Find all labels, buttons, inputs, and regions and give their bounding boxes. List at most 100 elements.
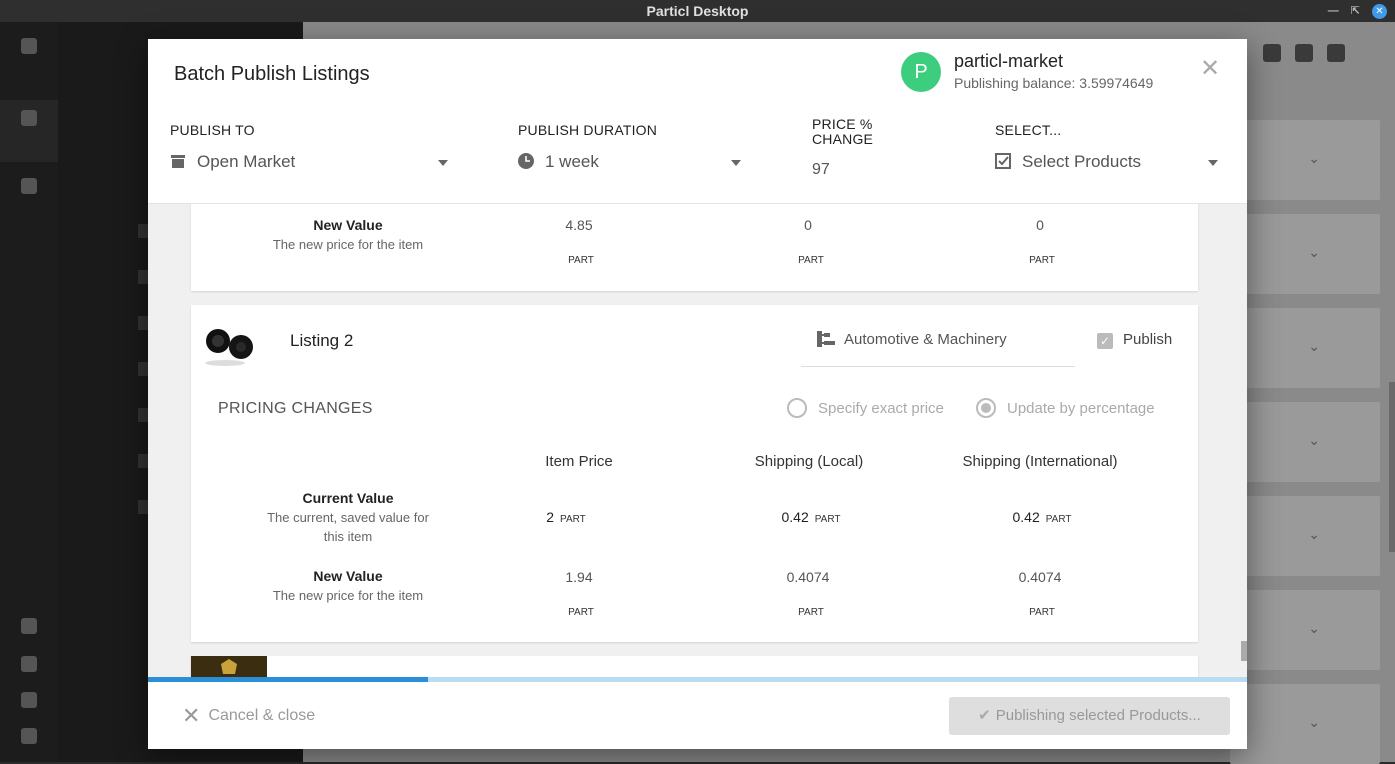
new-shipping-local: 0 bbox=[804, 217, 812, 233]
batch-publish-dialog: Batch Publish Listings P particl-market … bbox=[148, 39, 1247, 749]
nav-rail bbox=[0, 22, 58, 762]
window-title: Particl Desktop bbox=[646, 3, 749, 19]
chevron-down-icon bbox=[731, 160, 741, 166]
dialog-header: Batch Publish Listings P particl-market … bbox=[148, 39, 1247, 204]
background-card: ⌄ bbox=[1230, 214, 1380, 294]
select-field: SELECT... bbox=[995, 122, 1061, 138]
chevron-down-icon: ⌄ bbox=[1308, 432, 1320, 448]
rail-wallet[interactable] bbox=[0, 38, 58, 58]
new-item-price: 1.94 bbox=[565, 569, 593, 585]
unit-label: PART bbox=[568, 607, 594, 618]
unit-label: PART bbox=[798, 607, 824, 618]
chevron-down-icon: ⌄ bbox=[1308, 714, 1320, 730]
price-change-input[interactable]: 97 bbox=[812, 159, 932, 187]
chevron-down-icon: ⌄ bbox=[1308, 338, 1320, 354]
background-scrollbar[interactable] bbox=[1389, 382, 1395, 552]
current-value-title: Current Value bbox=[302, 490, 394, 506]
rail-lock[interactable] bbox=[0, 728, 58, 748]
price-change-value: 97 bbox=[812, 161, 830, 178]
current-shipping-international: 0.42 PART bbox=[972, 509, 1112, 525]
chevron-down-icon: ⌄ bbox=[1308, 244, 1320, 260]
background-card: ⌄ bbox=[1230, 684, 1380, 764]
category-tree-icon bbox=[817, 331, 835, 347]
unit-label: PART bbox=[1029, 607, 1055, 618]
unit-label: PART bbox=[1045, 514, 1072, 525]
new-value-subtitle: The new price for the item bbox=[272, 588, 424, 603]
category-value: Automotive & Machinery bbox=[844, 331, 1007, 348]
publish-checkbox[interactable]: ✓ bbox=[1097, 333, 1113, 349]
dialog-scrollbar-thumb[interactable] bbox=[1241, 641, 1247, 661]
price-change-label: PRICE % bbox=[812, 116, 873, 132]
rail-settings[interactable] bbox=[0, 656, 58, 676]
current-shipping-international-value: 0.42 bbox=[1012, 509, 1040, 525]
cancel-close-button[interactable]: ✕ Cancel & close bbox=[182, 703, 315, 729]
current-item-price-value: 2 bbox=[546, 509, 555, 525]
new-shipping-local: 0.4074 bbox=[786, 569, 830, 585]
listing-card-3 bbox=[191, 656, 1198, 677]
chevron-down-icon: ⌄ bbox=[1308, 150, 1320, 166]
background-card: ⌄ bbox=[1230, 120, 1380, 200]
select-label: SELECT... bbox=[995, 122, 1062, 138]
listings-scroll-area[interactable]: New Value The new price for the item 4.8… bbox=[148, 204, 1247, 677]
rail-governance[interactable] bbox=[0, 178, 58, 198]
unit-label: PART bbox=[798, 255, 824, 266]
listing-thumbnail bbox=[205, 329, 253, 366]
exact-price-radio-label: Specify exact price bbox=[818, 400, 944, 417]
price-change-field: PRICE % CHANGE bbox=[812, 117, 873, 147]
rail-help[interactable] bbox=[0, 618, 58, 638]
unit-label: PART bbox=[568, 255, 594, 266]
current-value-subtitle: The current, saved value for this item bbox=[267, 510, 429, 544]
close-icon: ✕ bbox=[182, 703, 201, 728]
help-icon bbox=[21, 618, 37, 634]
new-item-price: 4.85 bbox=[565, 217, 593, 233]
new-value-title: New Value bbox=[313, 568, 383, 584]
rail-market[interactable] bbox=[0, 100, 58, 162]
publish-selected-button[interactable]: ✔ Publishing selected Products... bbox=[949, 697, 1230, 735]
publish-duration-select[interactable]: 1 week bbox=[518, 151, 748, 181]
unit-label: PART bbox=[560, 514, 586, 525]
publish-to-value: Open Market bbox=[197, 152, 296, 171]
account-name: particl-market bbox=[954, 51, 1064, 71]
close-dialog-icon[interactable]: ✕ bbox=[1200, 57, 1220, 81]
select-products-select[interactable]: Select Products bbox=[995, 151, 1223, 181]
rail-console[interactable] bbox=[0, 692, 58, 712]
dialog-footer: ✕ Cancel & close ✔ Publishing selected Pro… bbox=[148, 682, 1247, 749]
publish-to-label: PUBLISH TO bbox=[170, 122, 255, 138]
unit-label: PART bbox=[1029, 255, 1055, 266]
minimize-icon[interactable]: — bbox=[1328, 0, 1339, 22]
current-shipping-local: 0.42 PART bbox=[741, 509, 881, 525]
percentage-radio[interactable] bbox=[976, 398, 996, 418]
publish-duration-value: 1 week bbox=[545, 152, 599, 171]
publish-checkbox-label: Publish bbox=[1123, 331, 1173, 348]
category-select[interactable]: Automotive & Machinery bbox=[801, 323, 1075, 367]
new-value-subtitle: The new price for the item bbox=[272, 237, 424, 252]
listing-name: Listing 2 bbox=[290, 331, 354, 350]
publish-duration-label: PUBLISH DURATION bbox=[518, 122, 658, 138]
current-shipping-local-value: 0.42 bbox=[781, 509, 809, 525]
chevron-down-icon: ⌄ bbox=[1308, 526, 1320, 542]
column-header-shipping-international: Shipping (International) bbox=[962, 453, 1118, 470]
publish-selected-label: Publishing selected Products... bbox=[995, 707, 1201, 724]
background-card: ⌄ bbox=[1230, 496, 1380, 576]
check-icon: ✔ bbox=[978, 707, 991, 724]
current-item-price: 2 PART bbox=[496, 509, 636, 525]
store-icon bbox=[171, 155, 185, 168]
console-icon bbox=[21, 692, 37, 708]
background-card: ⌄ bbox=[1230, 402, 1380, 482]
maximize-icon[interactable]: ⇱ bbox=[1351, 0, 1360, 22]
new-value-title: New Value bbox=[313, 217, 383, 233]
clock-icon bbox=[518, 153, 534, 169]
pricing-changes-heading: PRICING CHANGES bbox=[218, 400, 373, 417]
chevron-down-icon bbox=[1208, 160, 1218, 166]
publishing-balance: Publishing balance: 3.59974649 bbox=[954, 75, 1154, 91]
listing-thumbnail bbox=[191, 656, 267, 677]
publish-to-select[interactable]: Open Market bbox=[170, 151, 460, 181]
market-icon bbox=[21, 110, 37, 126]
unit-label: PART bbox=[814, 514, 841, 525]
column-header-item-price: Item Price bbox=[545, 453, 613, 470]
publish-duration-field: PUBLISH DURATION bbox=[518, 122, 657, 138]
exact-price-radio[interactable] bbox=[787, 398, 807, 418]
avatar: P bbox=[901, 52, 941, 92]
governance-icon bbox=[21, 178, 37, 194]
close-window-icon[interactable]: ✕ bbox=[1372, 3, 1387, 19]
